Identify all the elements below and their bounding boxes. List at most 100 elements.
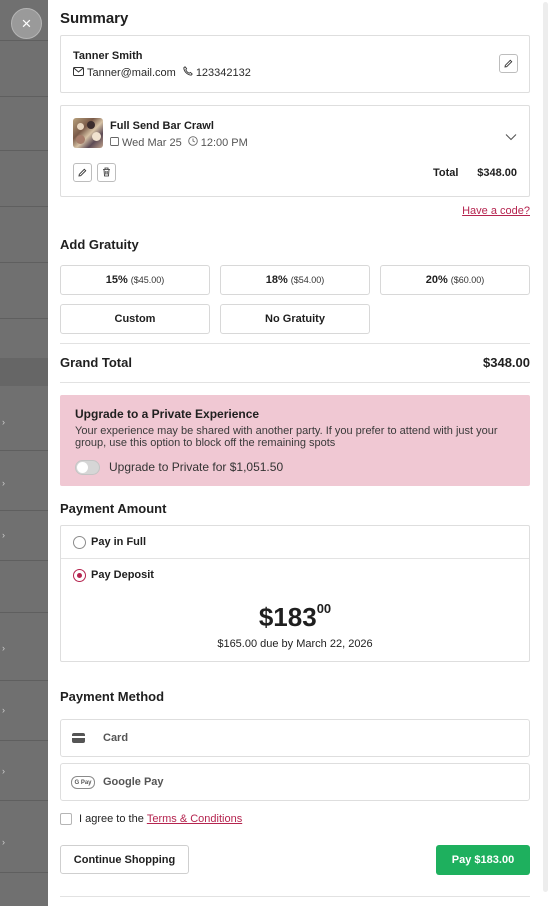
terms-agreement: I agree to the Terms & Conditions <box>60 813 242 825</box>
gratuity-amount: ($54.00) <box>290 275 325 285</box>
chevron-right-icon: › <box>2 837 5 847</box>
backdrop-divider <box>0 612 48 613</box>
close-button[interactable]: × <box>11 8 42 39</box>
card-payment-option[interactable]: Card <box>60 719 530 757</box>
summary-title: Summary <box>60 10 129 27</box>
upgrade-title: Upgrade to a Private Experience <box>75 407 260 421</box>
grand-total-value: $348.00 <box>483 355 530 370</box>
pay-button[interactable]: Pay $183.00 <box>436 845 530 875</box>
continue-shopping-button[interactable]: Continue Shopping <box>60 845 189 874</box>
event-title: Full Send Bar Crawl <box>110 120 214 132</box>
balance-due-text: $165.00 due by March 22, 2026 <box>217 638 373 650</box>
event-time: 12:00 PM <box>200 136 248 149</box>
calendar-icon <box>110 136 119 149</box>
backdrop-divider <box>0 262 48 263</box>
event-date: Wed Mar 25 <box>122 136 182 149</box>
payment-amount-options: Pay in Full Pay Deposit $18300 $165.00 d… <box>60 525 530 662</box>
backdrop-divider <box>0 318 48 319</box>
chevron-right-icon: › <box>2 643 5 653</box>
deposit-cents: 00 <box>316 601 332 616</box>
backdrop-divider <box>0 872 48 873</box>
customer-contact: Tanner@mail.com 123342132 <box>73 66 251 79</box>
pay-in-full-label: Pay in Full <box>91 536 147 548</box>
pay-deposit-radio[interactable] <box>73 569 86 582</box>
pay-deposit-label: Pay Deposit <box>91 569 154 581</box>
backdrop-divider <box>0 150 48 151</box>
upgrade-description: Your experience may be shared with anoth… <box>75 425 498 449</box>
backdrop-divider <box>0 680 48 681</box>
deposit-amount: $18300 <box>61 601 529 633</box>
edit-customer-button[interactable] <box>499 54 518 73</box>
event-datetime: Wed Mar 25 12:00 PM <box>110 136 248 149</box>
customer-email: Tanner@mail.com <box>87 66 176 79</box>
terms-link[interactable]: Terms & Conditions <box>147 813 242 825</box>
booking-total-value: $348.00 <box>477 167 517 179</box>
upgrade-toggle-label: Upgrade to Private for $1,051.50 <box>109 460 284 474</box>
card-label: Card <box>103 732 129 744</box>
divider <box>60 382 530 383</box>
promo-code-link[interactable]: Have a code? <box>462 205 530 217</box>
backdrop-divider <box>0 800 48 801</box>
google-pay-option[interactable]: G Pay Google Pay <box>60 763 530 801</box>
divider <box>60 896 530 897</box>
booking-total-label: Total <box>433 167 459 179</box>
terms-checkbox[interactable] <box>60 813 72 825</box>
customer-name: Tanner Smith <box>73 50 143 62</box>
customer-phone: 123342132 <box>195 66 251 79</box>
checkout-drawer: Summary Tanner Smith Tanner@mail.com 123… <box>48 0 550 906</box>
gratuity-percent: 20% <box>425 274 448 286</box>
gratuity-18-button[interactable]: 18% ($54.00) <box>220 265 370 295</box>
delete-booking-button[interactable] <box>97 163 116 182</box>
backdrop-divider <box>0 206 48 207</box>
grand-total-label: Grand Total <box>60 355 132 370</box>
page-backdrop: › › › › › › › <box>0 0 48 906</box>
deposit-dollars: $183 <box>258 602 317 632</box>
no-gratuity-button[interactable]: No Gratuity <box>220 304 370 334</box>
google-pay-icon: G Pay <box>71 776 95 789</box>
edit-booking-button[interactable] <box>73 163 92 182</box>
google-pay-label: Google Pay <box>103 776 164 788</box>
booking-card: Full Send Bar Crawl Wed Mar 25 12:00 PM <box>60 105 530 197</box>
backdrop-divider <box>0 450 48 451</box>
chevron-right-icon: › <box>2 417 5 427</box>
gratuity-percent: 18% <box>265 274 288 286</box>
gratuity-amount: ($45.00) <box>130 275 165 285</box>
gratuity-label: Custom <box>114 313 156 325</box>
payment-amount-title: Payment Amount <box>60 501 167 516</box>
backdrop-divider <box>0 740 48 741</box>
phone-icon <box>183 66 193 79</box>
payment-method-title: Payment Method <box>60 689 165 704</box>
backdrop-divider <box>0 560 48 561</box>
gratuity-amount: ($60.00) <box>450 275 485 285</box>
clock-icon <box>187 136 198 149</box>
private-upgrade-panel: Upgrade to a Private Experience Your exp… <box>60 395 530 486</box>
event-thumbnail <box>73 118 103 148</box>
backdrop-divider <box>0 40 48 41</box>
agreement-text: I agree to the <box>79 813 144 825</box>
chevron-right-icon: › <box>2 478 5 488</box>
pencil-icon <box>504 55 513 73</box>
close-icon: × <box>21 13 32 33</box>
pay-in-full-option[interactable]: Pay in Full <box>61 526 529 559</box>
pay-in-full-radio[interactable] <box>73 536 86 549</box>
trash-icon <box>102 164 111 182</box>
mail-icon <box>73 66 84 79</box>
gratuity-title: Add Gratuity <box>60 237 139 252</box>
chevron-right-icon: › <box>2 766 5 776</box>
credit-card-icon <box>72 733 85 743</box>
gratuity-label: No Gratuity <box>265 313 325 325</box>
chevron-down-icon[interactable] <box>505 128 517 146</box>
divider <box>60 343 530 344</box>
chevron-right-icon: › <box>2 705 5 715</box>
pencil-icon <box>78 164 87 182</box>
scrollbar[interactable] <box>543 2 548 892</box>
backdrop-row-highlight <box>0 358 48 386</box>
gratuity-20-button[interactable]: 20% ($60.00) <box>380 265 530 295</box>
private-upgrade-toggle[interactable] <box>75 460 100 475</box>
backdrop-divider <box>0 96 48 97</box>
chevron-right-icon: › <box>2 530 5 540</box>
gratuity-percent: 15% <box>105 274 128 286</box>
gratuity-custom-button[interactable]: Custom <box>60 304 210 334</box>
gratuity-15-button[interactable]: 15% ($45.00) <box>60 265 210 295</box>
customer-card: Tanner Smith Tanner@mail.com 123342132 <box>60 35 530 93</box>
